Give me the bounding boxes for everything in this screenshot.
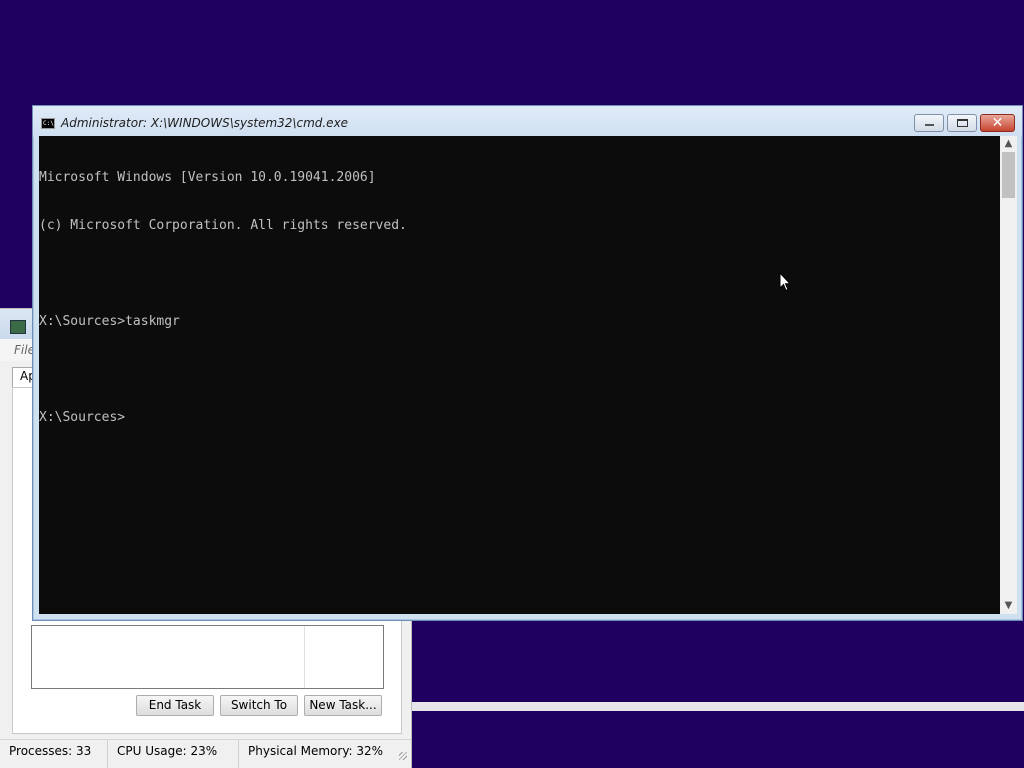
console-line: (c) Microsoft Corporation. All rights re… [39,218,407,233]
mouse-pointer-icon [779,272,791,292]
console-line: X:\Sources>taskmgr [39,314,180,329]
scroll-down-icon[interactable]: ▼ [1000,598,1017,614]
status-physical-memory: Physical Memory: 32% [248,744,384,758]
maximize-icon [957,119,968,127]
console-output: Microsoft Windows [Version 10.0.19041.20… [39,138,407,458]
status-bar: Processes: 33 CPU Usage: 23% Physical Me… [0,739,411,768]
status-cpu-usage: CPU Usage: 23% [108,740,239,768]
switch-to-button[interactable]: Switch To [220,695,298,716]
background-strip [412,702,1024,711]
close-button[interactable]: ✕ [980,114,1015,132]
status-processes: Processes: 33 [0,740,108,768]
task-manager-icon [10,320,26,334]
new-task-button[interactable]: New Task... [304,695,382,716]
desktop: File Ap End Task Switch To New Task... P… [0,0,1024,768]
end-task-button[interactable]: End Task [136,695,214,716]
console-area[interactable]: Microsoft Windows [Version 10.0.19041.20… [39,136,1000,614]
cmd-titlebar[interactable]: C:\ Administrator: X:\WINDOWS\system32\c… [33,106,1022,137]
minimize-button[interactable] [914,114,944,132]
minimize-icon [925,124,934,126]
cmd-app-icon: C:\ [41,118,55,129]
list-column-divider [304,626,305,688]
vertical-scrollbar[interactable]: ▲ ▼ [1000,136,1017,614]
close-icon: ✕ [991,115,1004,131]
resize-grip-icon[interactable] [399,752,407,760]
cmd-window[interactable]: C:\ Administrator: X:\WINDOWS\system32\c… [32,105,1023,621]
console-line: Microsoft Windows [Version 10.0.19041.20… [39,170,376,185]
applications-list[interactable] [31,625,384,689]
window-title: Administrator: X:\WINDOWS\system32\cmd.e… [61,116,349,130]
console-prompt-line[interactable]: X:\Sources> [39,410,407,426]
scrollbar-thumb[interactable] [1002,152,1015,198]
scroll-up-icon[interactable]: ▲ [1000,136,1017,152]
maximize-button[interactable] [947,114,977,132]
